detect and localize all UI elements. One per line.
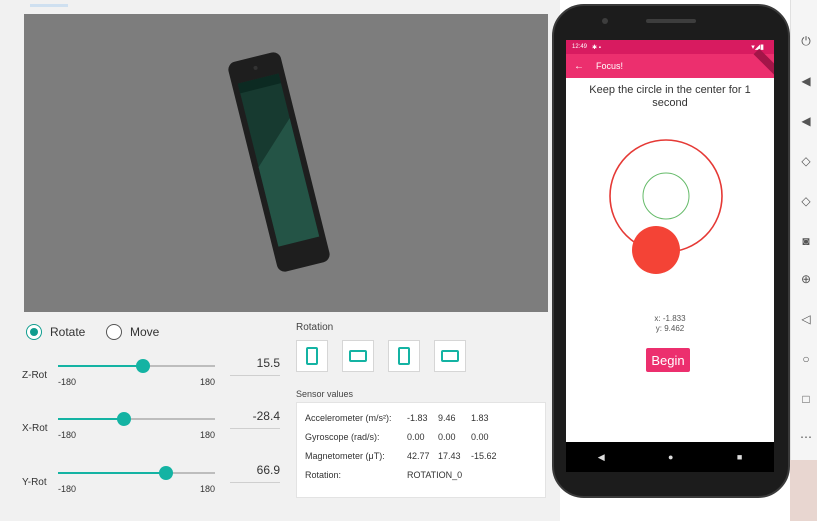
sensor-values-table: Accelerometer (m/s²): -1.83 9.46 1.83 Gy… bbox=[296, 402, 546, 498]
rotate-portrait-button[interactable] bbox=[296, 340, 328, 372]
sensor-value-x: 42.77 bbox=[407, 451, 430, 461]
begin-button[interactable]: Begin bbox=[646, 348, 690, 372]
emulator-toolbar: ⏻ ◀ ◀ ◇ ◇ ◙ ⊕ ◁ ○ □ ⋯ bbox=[790, 0, 817, 460]
x-rot-thumb[interactable] bbox=[117, 412, 132, 426]
y-rot-min: -180 bbox=[58, 484, 77, 494]
z-rot-value[interactable]: 15.5 bbox=[257, 356, 280, 370]
y-rot-slider-group: Y-Rot -180 180 66.9 bbox=[20, 462, 282, 502]
zoom-icon[interactable]: ⊕ bbox=[799, 272, 813, 286]
status-time: 12:49 bbox=[572, 44, 588, 50]
move-label: Move bbox=[130, 325, 160, 339]
sensor-name: Rotation: bbox=[305, 470, 342, 480]
x-rot-slider-group: X-Rot -180 180 -28.4 bbox=[20, 408, 282, 448]
y-rot-value[interactable]: 66.9 bbox=[257, 463, 280, 477]
sensor-value-y: 0.00 bbox=[438, 432, 456, 442]
overview-icon[interactable]: □ bbox=[799, 392, 813, 406]
tab-indicator bbox=[30, 4, 68, 7]
rotate-radio[interactable] bbox=[26, 324, 42, 340]
rotation-title: Rotation bbox=[296, 322, 334, 333]
rotate-right-icon[interactable]: ◇ bbox=[799, 194, 813, 208]
y-rot-thumb[interactable] bbox=[158, 466, 173, 480]
reverse-landscape-device-icon bbox=[441, 350, 459, 362]
sensor-value-x: 0.00 bbox=[407, 432, 425, 442]
y-rot-track[interactable] bbox=[58, 466, 215, 480]
phone-frame: 12:49 ✱ ▪ ▾◢▮ ← Focus! Keep the circle i… bbox=[552, 4, 790, 498]
nav-home-icon[interactable]: ● bbox=[668, 452, 673, 462]
sensor-values-title: Sensor values bbox=[296, 389, 354, 399]
sensor-value-z: -15.62 bbox=[471, 451, 497, 461]
settings-status-icon: ✱ ▪ bbox=[592, 44, 601, 51]
device-model[interactable] bbox=[24, 14, 548, 312]
x-rot-min: -180 bbox=[58, 430, 77, 440]
y-rot-label: Y-Rot bbox=[22, 477, 47, 488]
x-rot-label: X-Rot bbox=[22, 423, 48, 434]
desktop-background bbox=[790, 460, 817, 521]
coordinate-readout: x: -1.833 y: 9.462 bbox=[566, 314, 774, 334]
rotate-reverse-landscape-button[interactable] bbox=[434, 340, 466, 372]
app-title: Focus! bbox=[596, 61, 624, 71]
volume-up-icon[interactable]: ◀ bbox=[799, 74, 813, 88]
y-rot-max: 180 bbox=[200, 484, 216, 494]
rotate-landscape-button[interactable] bbox=[342, 340, 374, 372]
sensor-value-rotation: ROTATION_0 bbox=[407, 470, 463, 480]
sensor-value-z: 1.83 bbox=[471, 413, 489, 423]
z-rot-max: 180 bbox=[200, 377, 216, 387]
x-rot-value[interactable]: -28.4 bbox=[253, 409, 280, 423]
x-rot-track[interactable] bbox=[58, 412, 215, 426]
nav-recents-icon[interactable]: ■ bbox=[737, 452, 742, 462]
rotate-reverse-portrait-button[interactable] bbox=[388, 340, 420, 372]
landscape-device-icon bbox=[349, 350, 367, 362]
x-rot-max: 180 bbox=[200, 430, 216, 440]
reverse-portrait-device-icon bbox=[398, 347, 410, 365]
rotate-label: Rotate bbox=[50, 325, 86, 339]
y-readout: y: 9.462 bbox=[655, 324, 685, 333]
z-rot-track[interactable] bbox=[58, 359, 215, 373]
instruction-text: Keep the circle in the center for 1 seco… bbox=[589, 84, 751, 109]
sensor-value-z: 0.00 bbox=[471, 432, 489, 442]
phone-screen: 12:49 ✱ ▪ ▾◢▮ ← Focus! Keep the circle i… bbox=[566, 40, 774, 442]
z-rot-thumb[interactable] bbox=[136, 359, 151, 373]
back-arrow-icon[interactable]: ← bbox=[574, 61, 584, 72]
tracking-ball bbox=[632, 226, 680, 274]
portrait-device-icon bbox=[306, 347, 318, 365]
volume-down-icon[interactable]: ◀ bbox=[799, 114, 813, 128]
home-icon[interactable]: ○ bbox=[799, 352, 813, 366]
navigation-bar: ◀ ● ■ bbox=[566, 442, 774, 472]
z-rot-slider-group: Z-Rot -180 180 15.5 bbox=[20, 355, 282, 395]
center-target-circle bbox=[642, 172, 690, 220]
focus-target-area bbox=[609, 139, 723, 274]
extended-controls-panel: Rotate Move Z-Rot -180 180 15.5 X-Rot -1… bbox=[0, 0, 560, 521]
z-rot-min: -180 bbox=[58, 377, 77, 387]
rotate-option[interactable]: Rotate bbox=[26, 324, 85, 340]
sensor-name: Gyroscope (rad/s): bbox=[305, 432, 380, 442]
z-rot-label: Z-Rot bbox=[22, 370, 47, 381]
sensor-value-x: -1.83 bbox=[407, 413, 428, 423]
sensor-name: Magnetometer (μT): bbox=[305, 451, 385, 461]
camera-icon[interactable]: ◙ bbox=[799, 234, 813, 248]
sensor-value-y: 9.46 bbox=[438, 413, 456, 423]
status-bar: 12:49 ✱ ▪ ▾◢▮ bbox=[566, 40, 774, 54]
power-icon[interactable]: ⏻ bbox=[799, 34, 813, 48]
earpiece-speaker bbox=[646, 19, 696, 23]
sensor-value-y: 17.43 bbox=[438, 451, 461, 461]
sensor-name: Accelerometer (m/s²): bbox=[305, 413, 392, 423]
nav-back-icon[interactable]: ◀ bbox=[598, 452, 605, 463]
front-camera bbox=[602, 18, 608, 24]
rotate-left-icon[interactable]: ◇ bbox=[799, 154, 813, 168]
app-bar: ← Focus! bbox=[566, 48, 774, 78]
x-readout: x: -1.833 bbox=[654, 314, 686, 323]
move-option[interactable]: Move bbox=[106, 324, 159, 340]
virtual-sensors-3d-view[interactable] bbox=[24, 14, 548, 312]
move-radio[interactable] bbox=[106, 324, 122, 340]
back-icon[interactable]: ◁ bbox=[799, 312, 813, 326]
more-icon[interactable]: ⋯ bbox=[799, 430, 813, 444]
